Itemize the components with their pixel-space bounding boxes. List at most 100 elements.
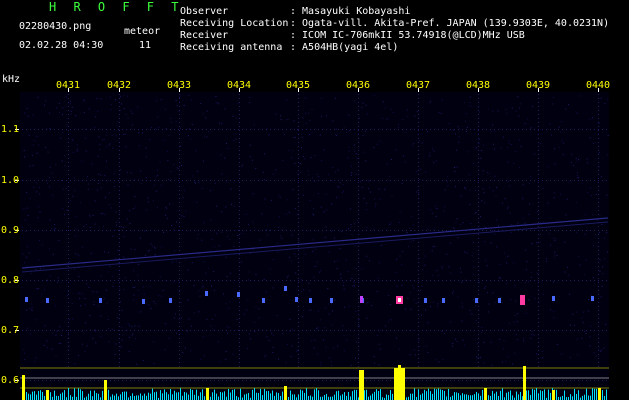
noise-speck xyxy=(44,147,46,148)
grid-dot xyxy=(546,180,547,181)
noise-speck xyxy=(359,117,360,119)
grid-dot xyxy=(70,230,71,231)
grid-dot xyxy=(42,380,43,381)
noise-speck xyxy=(589,336,591,338)
noise-speck xyxy=(343,335,345,337)
grid-dot xyxy=(478,129,479,130)
noise-speck xyxy=(115,258,117,260)
noise-bar xyxy=(116,393,117,400)
grid-dot xyxy=(598,206,599,207)
noise-speck xyxy=(555,238,557,240)
grid-dot xyxy=(486,380,487,381)
grid-dot xyxy=(418,122,419,123)
grid-dot xyxy=(250,129,251,130)
noise-speck xyxy=(89,227,91,229)
noise-speck xyxy=(508,322,510,324)
x-tick-label: 0440 xyxy=(585,80,611,91)
grid-dot xyxy=(206,180,207,181)
noise-speck xyxy=(170,121,172,123)
grid-dot xyxy=(66,280,67,281)
grid-dot xyxy=(174,280,175,281)
noise-speck xyxy=(127,184,129,186)
grid-dot xyxy=(546,280,547,281)
grid-dot xyxy=(378,180,379,181)
grid-dot xyxy=(258,330,259,331)
grid-dot xyxy=(179,190,180,191)
noise-speck xyxy=(268,134,270,136)
grid-dot xyxy=(68,354,69,355)
grid-dot xyxy=(68,302,69,303)
noise-speck xyxy=(522,184,524,186)
grid-dot xyxy=(598,130,599,131)
grid-dot xyxy=(390,330,391,331)
grid-dot xyxy=(68,130,69,131)
noise-bar xyxy=(418,389,419,400)
grid-dot xyxy=(46,129,47,130)
grid-dot xyxy=(538,294,539,295)
noise-speck xyxy=(361,186,363,188)
grid-dot xyxy=(119,118,120,119)
grid-dot xyxy=(358,286,359,287)
grid-dot xyxy=(574,230,575,231)
grid-dot xyxy=(478,130,479,131)
grid-dot xyxy=(358,302,359,303)
grid-dot xyxy=(239,262,240,263)
noise-bar xyxy=(166,392,167,400)
noise-speck xyxy=(225,358,227,360)
grid-dot xyxy=(179,146,180,147)
grid-dot xyxy=(358,354,359,355)
grid-dot xyxy=(82,280,83,281)
noise-speck xyxy=(510,299,512,301)
noise-speck xyxy=(501,202,503,204)
noise-speck xyxy=(173,281,175,283)
grid-dot xyxy=(274,280,275,281)
grid-dot xyxy=(239,114,240,115)
noise-speck xyxy=(480,150,482,151)
grid-dot xyxy=(119,334,120,335)
grid-dot xyxy=(179,226,180,227)
noise-speck xyxy=(487,108,489,110)
grid-dot xyxy=(210,330,211,331)
noise-speck xyxy=(353,285,355,287)
grid-dot xyxy=(154,330,155,331)
grid-dot xyxy=(194,280,195,281)
grid-dot xyxy=(174,380,175,381)
noise-speck xyxy=(547,202,549,204)
grid-dot xyxy=(170,380,171,381)
noise-speck xyxy=(83,225,85,227)
grid-dot xyxy=(358,230,359,231)
noise-speck xyxy=(49,248,51,250)
grid-dot xyxy=(398,280,399,281)
grid-dot xyxy=(538,166,539,167)
noise-speck xyxy=(103,298,105,299)
grid-dot xyxy=(518,129,519,130)
grid-dot xyxy=(118,180,119,181)
grid-dot xyxy=(558,380,559,381)
noise-speck xyxy=(325,307,327,309)
noise-speck xyxy=(114,354,116,355)
noise-speck xyxy=(96,291,98,293)
noise-speck xyxy=(100,336,102,338)
grid-dot xyxy=(442,180,443,181)
noise-speck xyxy=(204,135,205,137)
grid-dot xyxy=(94,380,95,381)
noise-bar xyxy=(108,389,109,400)
grid-dot xyxy=(350,129,351,130)
noise-bar xyxy=(248,393,249,400)
grid-dot xyxy=(119,290,120,291)
grid-dot xyxy=(598,230,599,231)
grid-dot xyxy=(179,122,180,123)
noise-speck xyxy=(123,108,125,109)
grid-dot xyxy=(598,334,599,335)
grid-dot xyxy=(322,230,323,231)
noise-speck xyxy=(110,109,112,111)
noise-speck xyxy=(144,230,146,232)
grid-dot xyxy=(186,280,187,281)
grid-dot xyxy=(182,180,183,181)
grid-dot xyxy=(538,358,539,359)
grid-dot xyxy=(418,150,419,151)
noise-speck xyxy=(410,308,412,310)
noise-speck xyxy=(429,155,431,157)
noise-speck xyxy=(503,340,505,342)
noise-speck xyxy=(334,171,336,173)
